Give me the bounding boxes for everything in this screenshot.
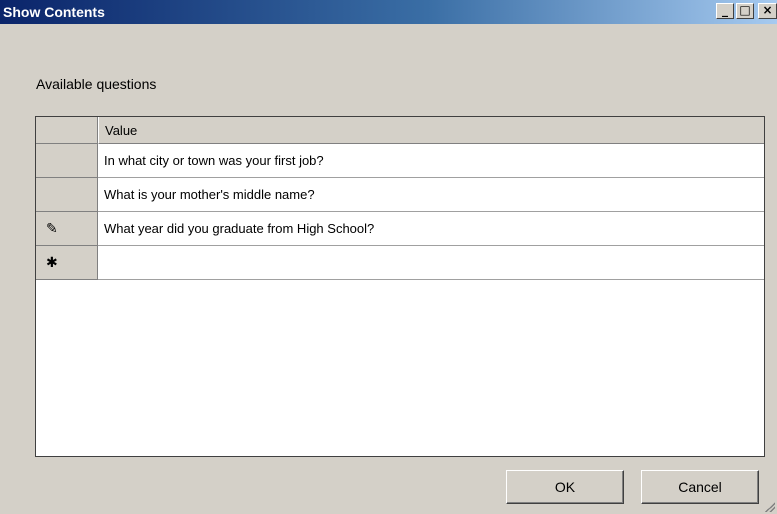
minimize-icon: _: [722, 3, 728, 17]
question-cell[interactable]: What year did you graduate from High Sch…: [98, 212, 764, 246]
table-row[interactable]: In what city or town was your first job?: [36, 144, 764, 178]
title-bar[interactable]: Show Contents _ □ ×: [0, 0, 777, 24]
maximize-icon: □: [739, 3, 751, 17]
minimize-button[interactable]: _: [716, 3, 734, 19]
close-button[interactable]: ×: [758, 3, 777, 19]
close-icon: ×: [762, 3, 773, 17]
new-row-asterisk-icon: ✱: [46, 254, 58, 270]
table-row[interactable]: ✎ What year did you graduate from High S…: [36, 212, 764, 246]
resize-grip-icon[interactable]: [765, 502, 775, 512]
window-title: Show Contents: [3, 4, 105, 20]
question-cell[interactable]: In what city or town was your first job?: [98, 144, 764, 178]
row-header[interactable]: ✎: [36, 212, 98, 246]
new-row[interactable]: ✱: [36, 246, 764, 280]
row-header[interactable]: [36, 144, 98, 178]
question-cell[interactable]: What is your mother's middle name?: [98, 178, 764, 212]
pencil-icon: ✎: [46, 220, 58, 236]
new-question-cell[interactable]: [98, 246, 764, 280]
maximize-button[interactable]: □: [736, 3, 754, 19]
grid-header-row: Value: [36, 117, 764, 144]
select-all-corner[interactable]: [36, 117, 98, 144]
column-header-value[interactable]: Value: [98, 117, 764, 144]
questions-grid[interactable]: Value In what city or town was your firs…: [35, 116, 765, 457]
row-header[interactable]: ✱: [36, 246, 98, 280]
row-header[interactable]: [36, 178, 98, 212]
available-questions-label: Available questions: [36, 76, 157, 92]
table-row[interactable]: What is your mother's middle name?: [36, 178, 764, 212]
cancel-button[interactable]: Cancel: [641, 470, 759, 504]
ok-button[interactable]: OK: [506, 470, 624, 504]
